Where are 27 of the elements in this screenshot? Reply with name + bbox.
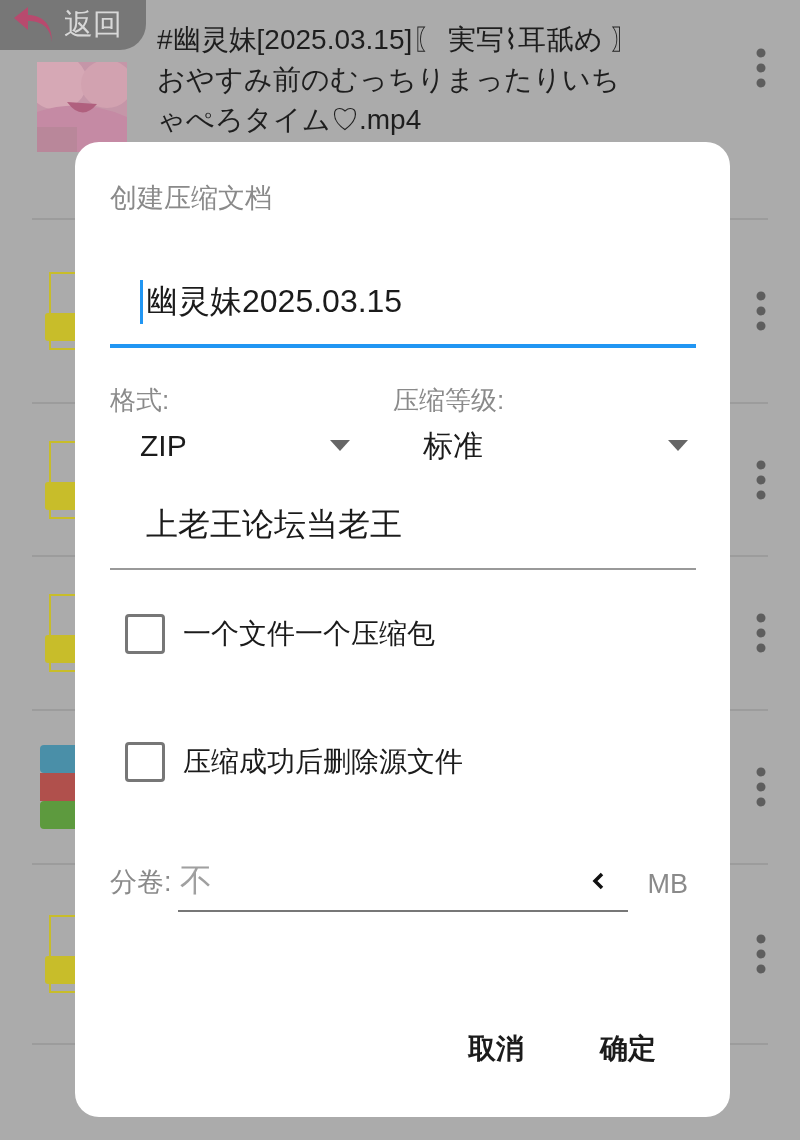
more-icon[interactable]: [756, 459, 766, 500]
field-label: 格式:: [110, 384, 171, 417]
dropdown-arrow-icon: [330, 440, 350, 452]
ok-button[interactable]: 确定: [584, 1020, 672, 1078]
checkbox-label: 压缩成功后删除源文件: [183, 745, 463, 779]
name-field[interactable]: 幽灵妹2025.03.15: [110, 260, 696, 348]
archive-icon: [40, 745, 75, 829]
more-icon[interactable]: [756, 934, 766, 974]
dropdown[interactable]: 标准: [393, 418, 696, 474]
more-icon[interactable]: [756, 767, 766, 807]
field-label: 压缩等级:: [393, 384, 506, 417]
unit-label: MB: [647, 869, 688, 901]
more-icon[interactable]: [756, 48, 766, 88]
password-field[interactable]: 上老王论坛当老王: [110, 482, 696, 570]
placeholder: 不: [179, 861, 212, 900]
dialog-title: 创建压缩文档: [110, 182, 273, 215]
file-name: #幽灵妹[2025.03.15]〖 実写⌇耳舐め 〗おやすみ前のむっちりまったりいちゃぺろタイム♡.mp4: [157, 23, 640, 137]
checkbox[interactable]: [125, 614, 165, 654]
more-icon[interactable]: [756, 291, 766, 331]
chevron-left-icon[interactable]: [591, 872, 604, 890]
cancel-button[interactable]: 取消: [452, 1020, 540, 1078]
checkbox[interactable]: [125, 742, 165, 782]
checkbox-label: 一个文件一个压缩包: [183, 617, 435, 651]
dropdown[interactable]: ZIP: [110, 418, 358, 474]
dropdown-arrow-icon: [668, 440, 688, 452]
more-icon[interactable]: [756, 613, 766, 653]
field-label: 分卷:: [110, 866, 172, 899]
